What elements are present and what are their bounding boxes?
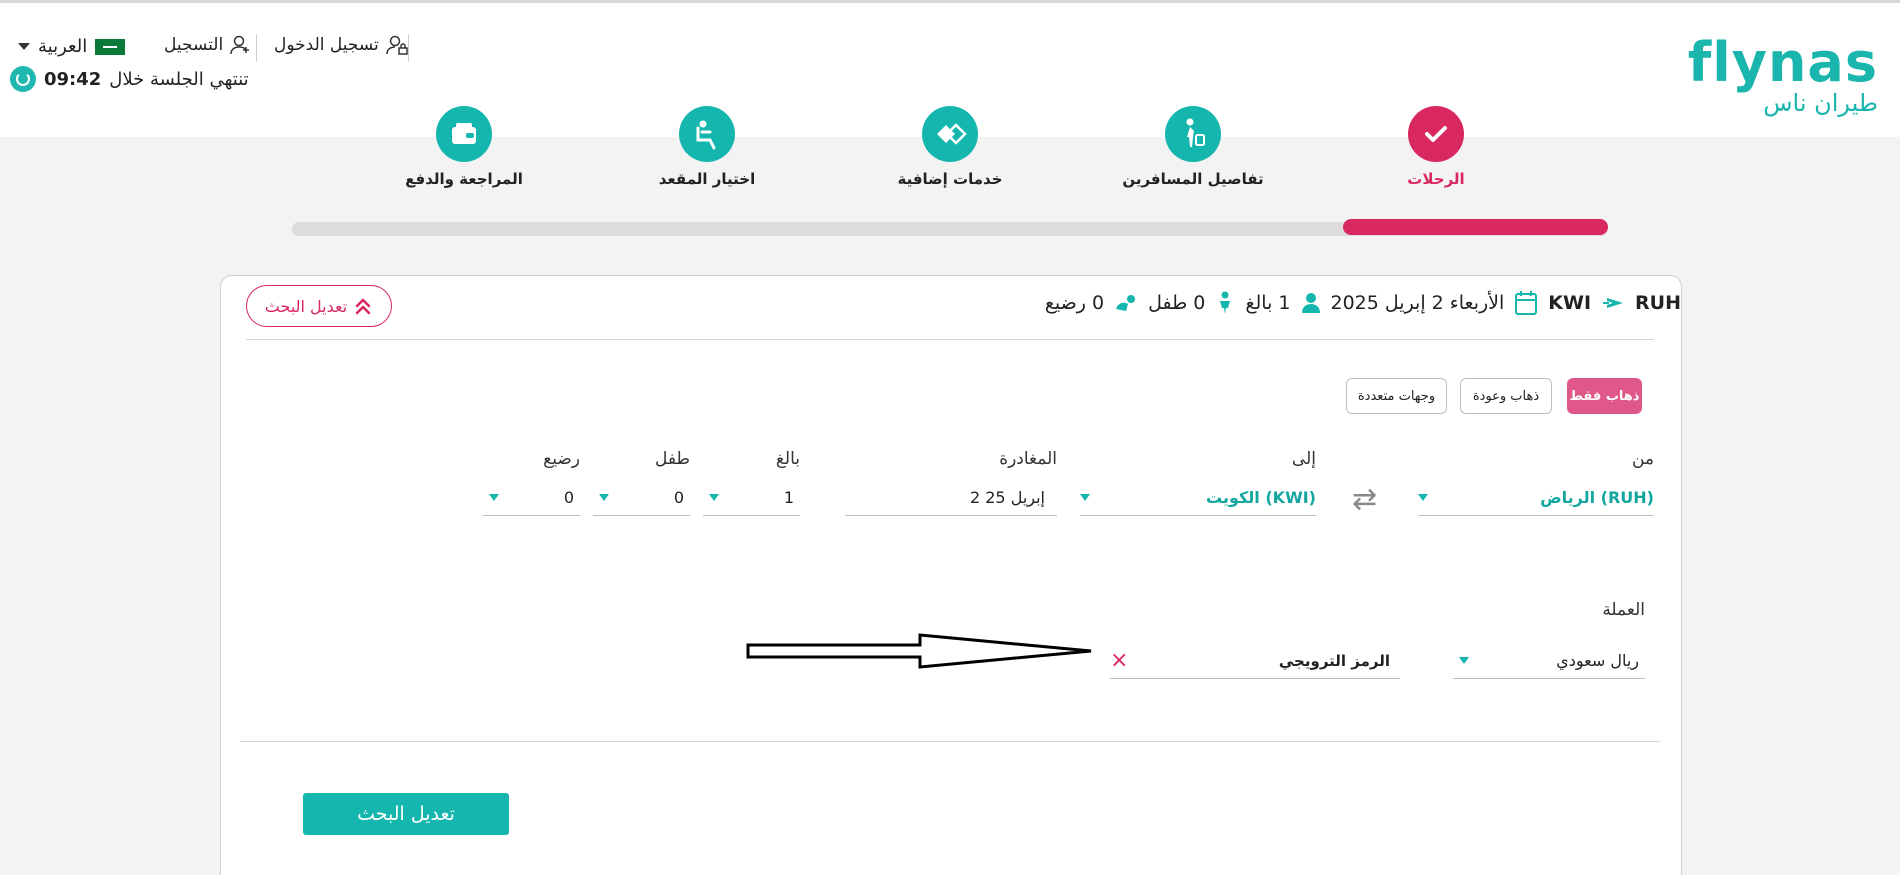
origin-code: RUH: [1635, 292, 1681, 314]
register-link[interactable]: التسجيل: [164, 34, 251, 56]
step-label: خدمات إضافية: [897, 170, 1003, 188]
language-label: العربية: [38, 36, 88, 57]
dropdown-arrow-icon: [599, 494, 609, 501]
modify-search-label: تعديل البحث: [264, 296, 348, 316]
logo-latin: flynas: [1687, 31, 1878, 94]
step-circle: [679, 106, 735, 162]
round-trip-button[interactable]: ذهاب وعودة: [1460, 378, 1552, 414]
dropdown-arrow-icon: [709, 494, 719, 501]
divider: [246, 339, 1654, 340]
departure-value: 2 إبريل 25: [969, 488, 1045, 507]
to-select[interactable]: الكويت (KWI): [1080, 480, 1316, 516]
chevrons-up-icon: [355, 298, 371, 315]
step-flights[interactable]: الرحلات: [1356, 106, 1516, 188]
wallet-icon: [452, 123, 476, 144]
session-time: 09:42: [44, 68, 102, 90]
step-passenger-details[interactable]: تفاصيل المسافرين: [1113, 106, 1273, 188]
step-review-payment[interactable]: المراجعة والدفع: [384, 106, 544, 188]
step-label: تفاصيل المسافرين: [1122, 170, 1264, 188]
adult-label: بالغ: [775, 449, 800, 469]
seat-icon: [696, 120, 716, 150]
language-selector[interactable]: العربية: [18, 36, 126, 57]
chevron-down-icon: [18, 43, 30, 50]
step-label: الرحلات: [1407, 170, 1465, 188]
modify-search-toggle[interactable]: تعديل البحث: [246, 285, 392, 327]
session-timer: 09:42 تنتهي الجلسة خلال: [10, 66, 249, 92]
infant-value: 0: [563, 488, 574, 507]
adult-select[interactable]: 1: [703, 480, 800, 516]
user-lock-icon: [386, 35, 408, 55]
dropdown-arrow-icon: [1080, 494, 1090, 501]
multi-city-button[interactable]: وجهات متعددة: [1346, 378, 1447, 414]
traveler-icon: [1186, 118, 1205, 147]
step-label: اختيار المقعد: [658, 170, 756, 188]
saudi-flag-icon: [95, 38, 126, 55]
step-circle: [436, 106, 492, 162]
divider: [256, 34, 257, 62]
promo-code-input[interactable]: × الرمز الترويجي: [1110, 643, 1400, 679]
step-seat-selection[interactable]: اختيار المقعد: [627, 106, 787, 188]
step-circle: [1165, 106, 1221, 162]
search-card: [220, 275, 1682, 875]
child-label: طفل: [654, 449, 690, 469]
one-way-button[interactable]: ذهاب فقط: [1567, 378, 1642, 414]
flynas-logo[interactable]: flynas طيران ناس: [1687, 31, 1878, 117]
child-value: 0: [673, 488, 684, 507]
refresh-icon[interactable]: [10, 66, 36, 92]
dropdown-arrow-icon: [1459, 657, 1469, 664]
step-extra-services[interactable]: خدمات إضافية: [870, 106, 1030, 188]
calendar-icon: [1515, 291, 1538, 315]
infant-icon: [1116, 295, 1136, 311]
currency-label: العملة: [1602, 600, 1645, 620]
login-label: تسجيل الدخول: [274, 35, 379, 55]
child-select[interactable]: 0: [593, 480, 690, 516]
swap-icon[interactable]: ⇄: [1352, 482, 1377, 517]
session-text: تنتهي الجلسة خلال: [109, 68, 249, 90]
from-label: من: [1631, 449, 1654, 469]
summary-date: الأربعاء 2 إبريل 2025: [1330, 292, 1505, 314]
step-circle: [922, 106, 978, 162]
divider: [240, 741, 1660, 742]
dropdown-arrow-icon: [1418, 494, 1428, 501]
plane-icon: [1603, 298, 1624, 308]
modify-search-button[interactable]: تعديل البحث: [303, 793, 509, 835]
step-label: المراجعة والدفع: [405, 170, 523, 188]
search-summary: RUH KWI الأربعاء 2 إبريل 2025 1 بالغ 0 ط…: [1045, 290, 1681, 316]
infant-label: رضيع: [543, 449, 580, 469]
departure-label: المغادرة: [999, 449, 1057, 469]
departure-date-field[interactable]: 2 إبريل 25: [845, 480, 1057, 516]
from-value: الرياض (RUH): [1540, 488, 1654, 507]
to-label: إلى: [1291, 449, 1316, 469]
add-user-icon: [230, 35, 250, 55]
infant-select[interactable]: 0: [483, 480, 580, 516]
check-icon: [1425, 126, 1447, 142]
register-label: التسجيل: [164, 35, 224, 55]
to-value: الكويت (KWI): [1206, 488, 1316, 507]
destination-code: KWI: [1548, 292, 1592, 314]
promo-placeholder: الرمز الترويجي: [1278, 651, 1390, 670]
summary-children: 0 طفل: [1148, 292, 1206, 314]
login-link[interactable]: تسجيل الدخول: [274, 34, 409, 56]
summary-infants: 0 رضيع: [1044, 292, 1105, 314]
child-icon: [1220, 291, 1231, 314]
dropdown-arrow-icon: [489, 494, 499, 501]
tickets-icon: [937, 123, 967, 145]
annotation-arrow-icon: [746, 633, 1092, 669]
adult-icon: [1301, 293, 1320, 313]
divider: [408, 34, 409, 62]
step-circle: [1408, 106, 1464, 162]
summary-adults: 1 بالغ: [1245, 292, 1291, 314]
from-select[interactable]: الرياض (RUH): [1418, 480, 1654, 516]
currency-value: ريال سعودي: [1556, 651, 1639, 670]
progress-fill: [1343, 219, 1608, 235]
clear-icon[interactable]: ×: [1110, 648, 1128, 673]
adult-value: 1: [783, 488, 794, 507]
currency-select[interactable]: ريال سعودي: [1453, 643, 1645, 679]
